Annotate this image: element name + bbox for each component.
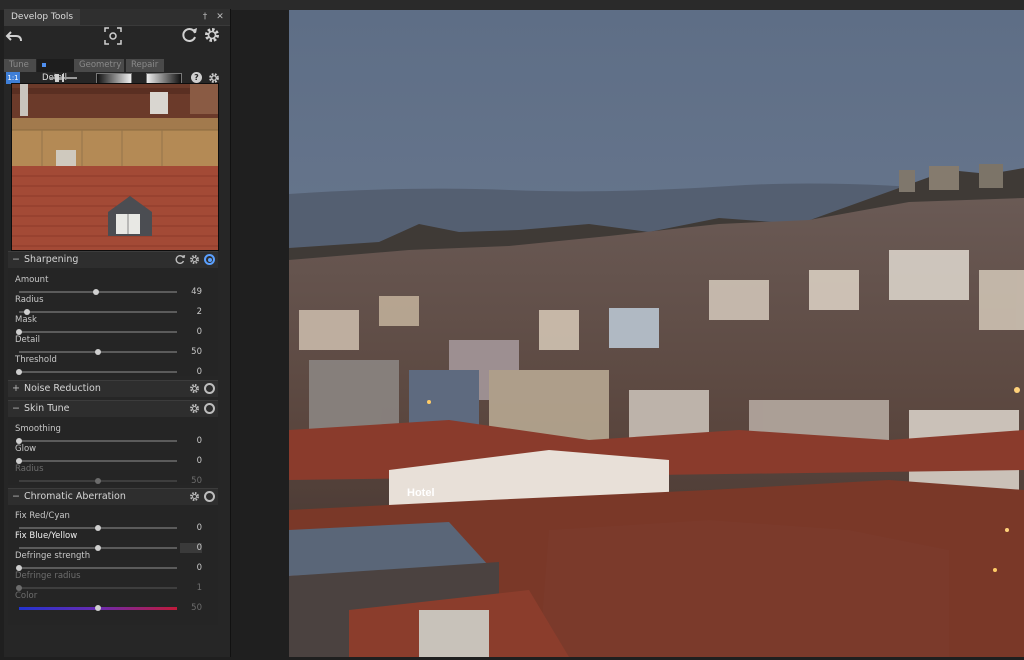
section-sharpening-header[interactable]: − Sharpening	[8, 251, 218, 268]
section-gear-icon[interactable]	[188, 254, 200, 266]
detail-slider[interactable]	[19, 349, 177, 355]
section-sharpening-body: Amount 49 Radius 2 Mask 0 Detail 50 Threshold 0	[8, 268, 218, 377]
smoothing-label: Smoothing	[15, 424, 61, 434]
fix-red-cyan-value[interactable]: 0	[180, 523, 202, 533]
reset-section-icon[interactable]	[174, 254, 186, 266]
tab-tune[interactable]: Tune	[4, 59, 36, 72]
refresh-icon[interactable]	[181, 26, 199, 44]
fix-red-cyan-slider[interactable]	[19, 525, 177, 531]
active-dot	[42, 62, 46, 67]
color-label: Color	[15, 591, 38, 601]
mask-slider[interactable]	[16, 329, 177, 335]
section-chromatic-aberration-body: Fix Red/Cyan 0 Fix Blue/Yellow 0 Defringe st…	[8, 505, 218, 625]
defringe-strength-label: Defringe strength	[15, 551, 91, 561]
detail-preview[interactable]	[11, 83, 219, 251]
section-enable-toggle[interactable]	[204, 383, 215, 394]
undo-icon[interactable]	[5, 26, 25, 46]
radius-slider-handle[interactable]	[95, 478, 101, 484]
threshold-label: Threshold	[15, 355, 57, 365]
fix-blue-yellow-slider-handle[interactable]	[95, 545, 101, 551]
photo-canvas[interactable]: Hotel	[289, 10, 1024, 657]
radius-value[interactable]: 2	[180, 307, 202, 317]
tab-repair[interactable]: Repair	[126, 59, 164, 72]
gear-icon[interactable]	[203, 26, 221, 44]
panel-title: Develop Tools	[4, 9, 81, 25]
radius-label: Radius	[15, 295, 44, 305]
mask-label: Mask	[15, 315, 37, 325]
detail-label: Detail	[15, 335, 41, 345]
section-title: Noise Reduction	[24, 383, 101, 394]
detail-slider-handle[interactable]	[95, 349, 101, 355]
fix-blue-yellow-value[interactable]: 0	[180, 543, 202, 553]
section-title: Sharpening	[24, 254, 79, 265]
defringe-strength-slider[interactable]	[16, 565, 177, 571]
section-title: Skin Tune	[24, 403, 70, 414]
smoothing-slider[interactable]	[16, 438, 177, 444]
detail-preview-image	[12, 84, 218, 250]
defringe-radius-label: Defringe radius	[15, 571, 81, 581]
threshold-slider[interactable]	[16, 369, 177, 375]
section-enable-toggle[interactable]	[204, 254, 215, 265]
help-icon[interactable]: ?	[191, 72, 202, 83]
tab-geometry[interactable]: Geometry	[74, 59, 124, 72]
defringe-strength-value[interactable]: 0	[180, 563, 202, 573]
threshold-slider-handle[interactable]	[16, 369, 22, 375]
section-gear-icon[interactable]	[188, 383, 200, 395]
pin-icon[interactable]: †	[198, 10, 212, 24]
glow-value[interactable]: 0	[180, 456, 202, 466]
detail-value[interactable]: 50	[180, 347, 202, 357]
collapse-toggle[interactable]: −	[12, 401, 22, 417]
radius-label: Radius	[15, 464, 44, 474]
crop-focus-icon[interactable]	[104, 27, 122, 45]
photo-image: Hotel	[289, 10, 1024, 657]
color-slider[interactable]	[19, 605, 177, 611]
smoothing-value[interactable]: 0	[180, 436, 202, 446]
fix-blue-yellow-slider[interactable]	[19, 545, 177, 551]
section-noise-reduction-header[interactable]: + Noise Reduction	[8, 380, 218, 397]
defringe-radius-slider[interactable]	[16, 585, 177, 591]
hotel-sign-text: Hotel	[407, 487, 435, 499]
fix-blue-yellow-label: Fix Blue/Yellow	[15, 531, 78, 541]
section-enable-toggle[interactable]	[204, 491, 215, 502]
amount-value[interactable]: 49	[180, 287, 202, 297]
section-gear-icon[interactable]	[188, 403, 200, 415]
panel-titlebar: Develop Tools † ✕	[4, 9, 230, 26]
glow-slider[interactable]	[16, 458, 177, 464]
section-gear-icon[interactable]	[188, 491, 200, 503]
defringe-radius-value[interactable]: 1	[180, 583, 202, 593]
expand-toggle[interactable]: +	[12, 381, 22, 397]
section-skin-tune-body: Smoothing 0 Glow 0 Radius 50	[8, 417, 218, 486]
collapse-toggle[interactable]: −	[12, 489, 22, 505]
amount-slider-handle[interactable]	[93, 289, 100, 295]
radius-slider[interactable]	[19, 309, 177, 315]
radius-slider[interactable]	[19, 478, 177, 484]
glow-label: Glow	[15, 444, 37, 454]
section-chromatic-aberration-header[interactable]: − Chromatic Aberration	[8, 488, 218, 505]
main-toolbar	[4, 26, 230, 58]
compare-slider-icon[interactable]	[48, 73, 78, 83]
amount-label: Amount	[15, 275, 49, 285]
color-slider-handle[interactable]	[95, 605, 101, 611]
section-enable-toggle[interactable]	[204, 403, 215, 414]
section-skin-tune-header[interactable]: − Skin Tune	[8, 400, 218, 417]
section-title: Chromatic Aberration	[24, 491, 126, 502]
color-value[interactable]: 50	[180, 603, 202, 613]
tool-tabs: Tune Detail Geometry Repair	[4, 59, 230, 83]
radius-value[interactable]: 50	[180, 476, 202, 486]
develop-tools-panel: Develop Tools † ✕ Tune Detail Geometry R…	[4, 9, 231, 657]
tab-detail[interactable]: Detail	[37, 59, 75, 83]
threshold-value[interactable]: 0	[180, 367, 202, 377]
close-icon[interactable]: ✕	[213, 10, 227, 24]
amount-slider[interactable]	[19, 289, 177, 295]
collapse-toggle[interactable]: −	[12, 252, 22, 268]
fix-red-cyan-slider-handle[interactable]	[95, 525, 101, 531]
fix-red-cyan-label: Fix Red/Cyan	[15, 511, 70, 521]
mask-value[interactable]: 0	[180, 327, 202, 337]
